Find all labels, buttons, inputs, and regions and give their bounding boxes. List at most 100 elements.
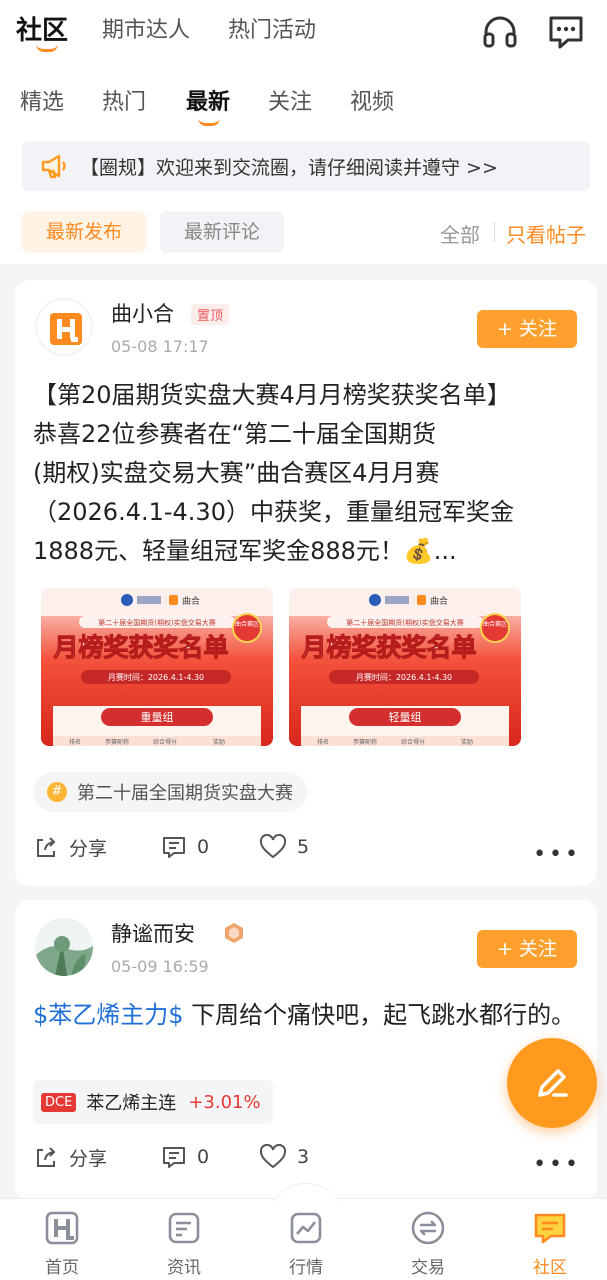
pinned-badge: 置顶 (191, 304, 230, 325)
chart-icon (290, 1212, 322, 1244)
share-label: 分享 (69, 1148, 108, 1170)
subtab-hot[interactable]: 热门 (102, 84, 146, 116)
headset-icon[interactable] (480, 12, 520, 52)
post-text: 下周给个痛快吧，起飞跳水都行的。 (183, 1001, 576, 1029)
post-image[interactable]: 曲合 第二十届全国期货(期权)实盘交易大赛 月榜奖获奖名单 曲合赛区 月赛时间：… (289, 588, 521, 746)
share-button[interactable]: 分享 (33, 834, 107, 861)
svg-text:排名: 排名 (317, 738, 329, 746)
nav-label: 首页 (45, 1258, 79, 1278)
community-rules-notice[interactable]: 【圈规】欢迎来到交流圈，请仔细阅读并遵守 >> (22, 141, 590, 191)
poster-date: 月赛时间：2026.4.1-4.30 (356, 672, 452, 682)
more-options-icon[interactable]: ••• (533, 1152, 581, 1177)
poster-subtitle: 第二十届全国期货(期权)实盘交易大赛 (98, 618, 215, 627)
svg-text:奖励: 奖励 (213, 738, 225, 746)
post-content[interactable]: $苯乙烯主力$ 下周给个痛快吧，起飞跳水都行的。 (33, 996, 581, 1035)
post-time: 05-09 16:59 (111, 957, 209, 976)
nav-label: 交易 (411, 1258, 445, 1278)
compose-post-button[interactable] (507, 1038, 597, 1128)
community-chat-icon (534, 1213, 566, 1244)
subtab-indicator (198, 118, 220, 126)
content-line: （2026.4.1-4.30）中获奖，重量组冠军奖金 (33, 498, 514, 526)
comment-count: 0 (197, 836, 210, 858)
heart-icon (259, 834, 287, 859)
header: 社区 期市达人 热门活动 (0, 0, 607, 62)
topic-tag[interactable]: # 第二十届全国期货实盘大赛 (33, 772, 307, 812)
subtab-video[interactable]: 视频 (350, 84, 394, 116)
comment-icon (163, 837, 185, 858)
content-line: 恭喜22位参赛者在“第二十届全国期货 (33, 420, 436, 448)
scope-divider (494, 222, 495, 242)
content-line: 【第20届期货实盘大赛4月月榜奖获奖名单】 (33, 381, 511, 409)
sort-latest-posts[interactable]: 最新发布 (22, 211, 146, 253)
sort-latest-comments[interactable]: 最新评论 (160, 211, 284, 253)
poster-date: 月赛时间：2026.4.1-4.30 (108, 672, 204, 682)
more-options-icon[interactable]: ••• (533, 842, 581, 867)
subtab-featured[interactable]: 精选 (20, 84, 64, 116)
share-icon (37, 836, 56, 857)
comment-icon (163, 1147, 185, 1168)
like-count: 5 (297, 836, 310, 858)
quote-card[interactable]: DCE 苯乙烯主连 +3.01% (33, 1080, 273, 1124)
quhe-logo-icon (50, 313, 82, 345)
tab-futures-experts[interactable]: 期市达人 (102, 12, 190, 44)
megaphone-icon (41, 154, 66, 179)
nav-market[interactable]: 行情 (266, 1209, 346, 1278)
news-icon (168, 1212, 200, 1244)
poster-group: 轻量组 (389, 710, 422, 724)
subtab-following[interactable]: 关注 (268, 84, 312, 116)
like-button[interactable]: 3 (259, 1144, 309, 1170)
svg-text:参赛昵称: 参赛昵称 (353, 738, 377, 746)
nav-news[interactable]: 资讯 (144, 1209, 224, 1278)
post-image[interactable]: 曲合 第二十届全国期货(期权)实盘交易大赛 月榜奖获奖名单 曲合赛区 月赛时间：… (41, 588, 273, 746)
username[interactable]: 曲小合 (111, 298, 174, 328)
tab-community[interactable]: 社区 (16, 10, 68, 47)
comment-button[interactable]: 0 (161, 834, 209, 860)
tab-hot-events[interactable]: 热门活动 (228, 12, 316, 44)
post-card[interactable]: 静谧而安 05-09 16:59 + 关注 $苯乙烯主力$ 下周给个痛快吧，起飞… (15, 900, 597, 1200)
exchange-badge: DCE (41, 1092, 77, 1112)
user-level-badge-icon (225, 923, 243, 943)
pencil-icon (538, 1069, 568, 1097)
post-card[interactable]: 曲小合 置顶 05-08 17:17 + 关注 【第20届期货实盘大赛4月月榜奖… (15, 280, 597, 886)
subtab-latest[interactable]: 最新 (186, 84, 230, 116)
follow-button[interactable]: + 关注 (477, 930, 577, 968)
nav-trade[interactable]: 交易 (388, 1209, 468, 1278)
poster-group: 重量组 (141, 710, 174, 724)
topic-label: 第二十届全国期货实盘大赛 (77, 783, 293, 804)
bottom-nav: 首页 资讯 行情 交易 社区 (0, 1183, 607, 1280)
follow-button[interactable]: + 关注 (477, 310, 577, 348)
poster-brand: 曲合 (182, 595, 200, 607)
avatar[interactable] (35, 918, 93, 976)
heart-icon (259, 1144, 287, 1169)
svg-text:综合得分: 综合得分 (401, 738, 425, 746)
nav-home[interactable]: 首页 (22, 1209, 102, 1278)
poster-title: 月榜奖获奖名单 (300, 633, 476, 662)
avatar[interactable] (35, 298, 93, 356)
poster-brand: 曲合 (430, 595, 448, 607)
content-line: (期权)实盘交易大赛”曲合赛区4月月赛 (33, 459, 440, 487)
share-button[interactable]: 分享 (33, 1144, 107, 1171)
like-button[interactable]: 5 (259, 834, 309, 860)
active-tab-indicator (36, 44, 58, 52)
post-content[interactable]: 【第20届期货实盘大赛4月月榜奖获奖名单】 恭喜22位参赛者在“第二十届全国期货… (33, 376, 581, 571)
comment-button[interactable]: 0 (161, 1144, 209, 1170)
message-icon[interactable] (546, 12, 586, 52)
svg-text:综合得分: 综合得分 (153, 738, 177, 746)
like-count: 3 (297, 1146, 310, 1168)
post-time: 05-08 17:17 (111, 337, 209, 356)
nav-community[interactable]: 社区 (510, 1209, 590, 1278)
scope-all[interactable]: 全部 (440, 219, 480, 248)
scope-posts-only[interactable]: 只看帖子 (506, 219, 586, 248)
stock-tag-link[interactable]: $苯乙烯主力$ (33, 1001, 184, 1029)
top-area: 社区 期市达人 热门活动 精选 热门 最新 关注 视频 【圈规】欢迎来到交流圈，… (0, 0, 607, 264)
username[interactable]: 静谧而安 (111, 918, 195, 948)
hashtag-icon: # (47, 782, 67, 802)
nav-label: 行情 (289, 1258, 323, 1278)
contract-name: 苯乙烯主连 (86, 1093, 177, 1114)
notice-text: 【圈规】欢迎来到交流圈，请仔细阅读并遵守 >> (80, 157, 498, 179)
landscape-avatar-icon (35, 918, 93, 976)
comment-count: 0 (197, 1146, 210, 1168)
post-actions: 分享 0 3 ••• (33, 1144, 581, 1184)
svg-text:参赛昵称: 参赛昵称 (105, 738, 129, 746)
award-poster-image: 曲合 第二十届全国期货(期权)实盘交易大赛 月榜奖获奖名单 曲合赛区 月赛时间：… (41, 588, 273, 746)
